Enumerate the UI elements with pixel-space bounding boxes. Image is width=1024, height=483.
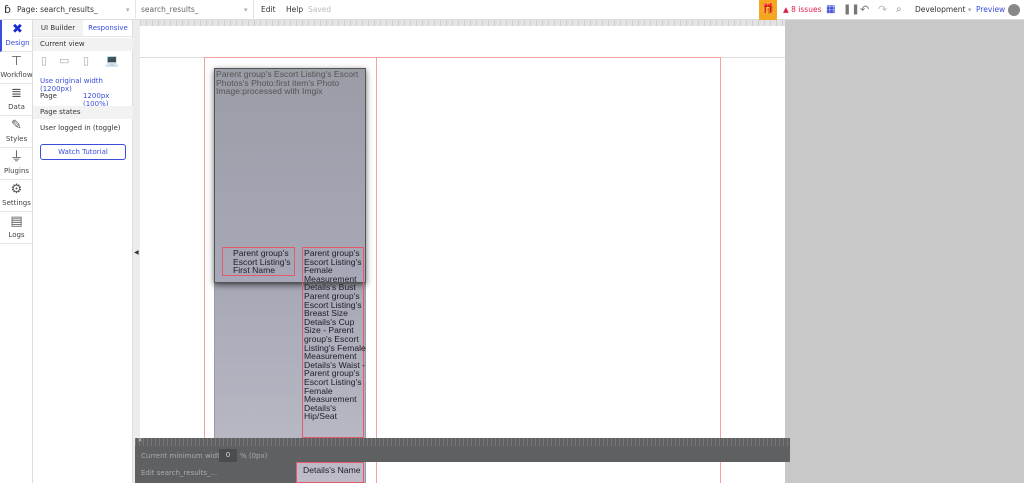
sidebar-label: Workflow [0,71,33,79]
page-select-label: Page: search_results_ [17,5,98,14]
outside-page-area [785,20,1024,483]
name-text: Details's Name [303,465,361,475]
responsive-bottom-bar: × Current minimum width 0 % (0px) [135,436,790,462]
sidebar-item-logs[interactable]: ▤ Logs [0,212,33,244]
chevron-down-icon: ▾ [244,6,248,14]
design-icon: ✖ [12,22,23,37]
property-panel: UI Builder Responsive Current view ▯ ▭ ▯… [33,20,133,483]
issues-label: 8 issues [791,5,822,14]
first-name-text: Parent group's Escort Listing's First Na… [233,248,291,276]
mobile-portrait-icon[interactable]: ▯ [41,54,47,67]
edit-bar: Edit search_results_... [135,462,296,483]
environment-label: Development [915,5,966,14]
sidebar-label: Plugins [3,167,30,175]
sidebar-label: Styles [5,135,28,143]
saved-status: Saved [308,5,332,14]
close-icon[interactable]: × [137,436,143,444]
icon-sidebar: ✖ Design ⊤ Workflow ≣ Data ✎ Styles ⏚ Plugins… [0,20,33,483]
use-original-width-link[interactable]: Use original width (1200px) [33,77,133,93]
sidebar-item-data[interactable]: ≣ Data [0,84,33,116]
document-icon: ▤ [10,214,23,229]
state-item[interactable]: User logged in (toggle) [33,124,133,132]
brush-icon: ✎ [11,118,22,133]
search-icon[interactable]: ⌕ [896,0,902,20]
current-view-heading: Current view [33,38,133,51]
sidebar-label: Logs [8,231,25,239]
workflow-icon: ⊤ [10,54,23,69]
sidebar-item-styles[interactable]: ✎ Styles [0,116,33,148]
redo-icon[interactable]: ↷ [878,0,887,20]
tab-ui-builder[interactable]: UI Builder [33,20,83,36]
collapse-arrow-icon[interactable]: ◀ [134,249,139,256]
name-text-element[interactable]: Details's Name [296,462,364,483]
sidebar-item-workflow[interactable]: ⊤ Workflow [0,52,33,84]
sidebar-label: Data [8,103,25,111]
sidebar-item-settings[interactable]: ⚙ Settings [0,180,33,212]
issues-button[interactable]: ▲ 8 issues [783,0,822,20]
gift-icon[interactable]: 🎁 [759,0,777,20]
undo-icon[interactable]: ↶ [860,0,869,20]
page-states-heading: Page states [33,106,133,119]
min-width-input[interactable]: 0 [219,449,237,462]
mobile-landscape-icon[interactable]: ▭ [59,54,69,67]
sidebar-label: Design [5,39,30,47]
min-width-label: Current minimum width [141,452,225,460]
top-bar: ɓ Page: search_results_ ▾ search_results… [0,0,1024,20]
tablet-icon[interactable]: ▯ [83,54,89,67]
sidebar-item-design[interactable]: ✖ Design [0,20,33,52]
environment-select[interactable]: Development ▾ [915,0,971,20]
image-dynamic-text: Parent group's Escort Listing's Escort P… [216,69,359,97]
sidebar-item-plugins[interactable]: ⏚ Plugins [0,148,33,180]
page-canvas[interactable]: Parent group's Escort Listing's Escort P… [140,26,785,483]
page-width-row: Page 1200px (100%) [33,92,133,108]
sidebar-label: Settings [2,199,31,207]
first-name-text-element[interactable]: Parent group's Escort Listing's First Na… [222,247,295,276]
help-menu[interactable]: Help [286,0,303,20]
avatar-icon[interactable] [1008,4,1020,16]
database-icon: ≣ [11,86,22,101]
preview-button[interactable]: Preview [976,0,1005,20]
plug-icon: ⏚ [9,150,23,165]
grid-icon[interactable]: ▦ [826,0,835,20]
gear-icon: ⚙ [10,182,23,197]
bubble-logo-icon[interactable]: ɓ [4,0,11,20]
page-label: Page [40,92,57,100]
watch-tutorial-button[interactable]: Watch Tutorial [40,144,126,160]
columns-icon[interactable]: ❚❚ [843,0,860,20]
measurements-text-element[interactable]: Parent group's Escort Listing's Female M… [302,247,366,438]
laptop-icon[interactable]: 💻 [105,54,119,67]
tab-responsive[interactable]: Responsive [83,20,133,37]
chevron-down-icon: ▾ [126,6,130,14]
min-width-unit: % (0px) [240,452,268,460]
edit-element-link[interactable]: Edit search_results_... [141,469,217,477]
page-select[interactable]: Page: search_results_ [17,0,98,20]
measurements-text: Parent group's Escort Listing's Female M… [304,248,366,422]
edit-menu[interactable]: Edit [261,0,276,20]
element-select[interactable]: search_results_ [141,0,199,20]
